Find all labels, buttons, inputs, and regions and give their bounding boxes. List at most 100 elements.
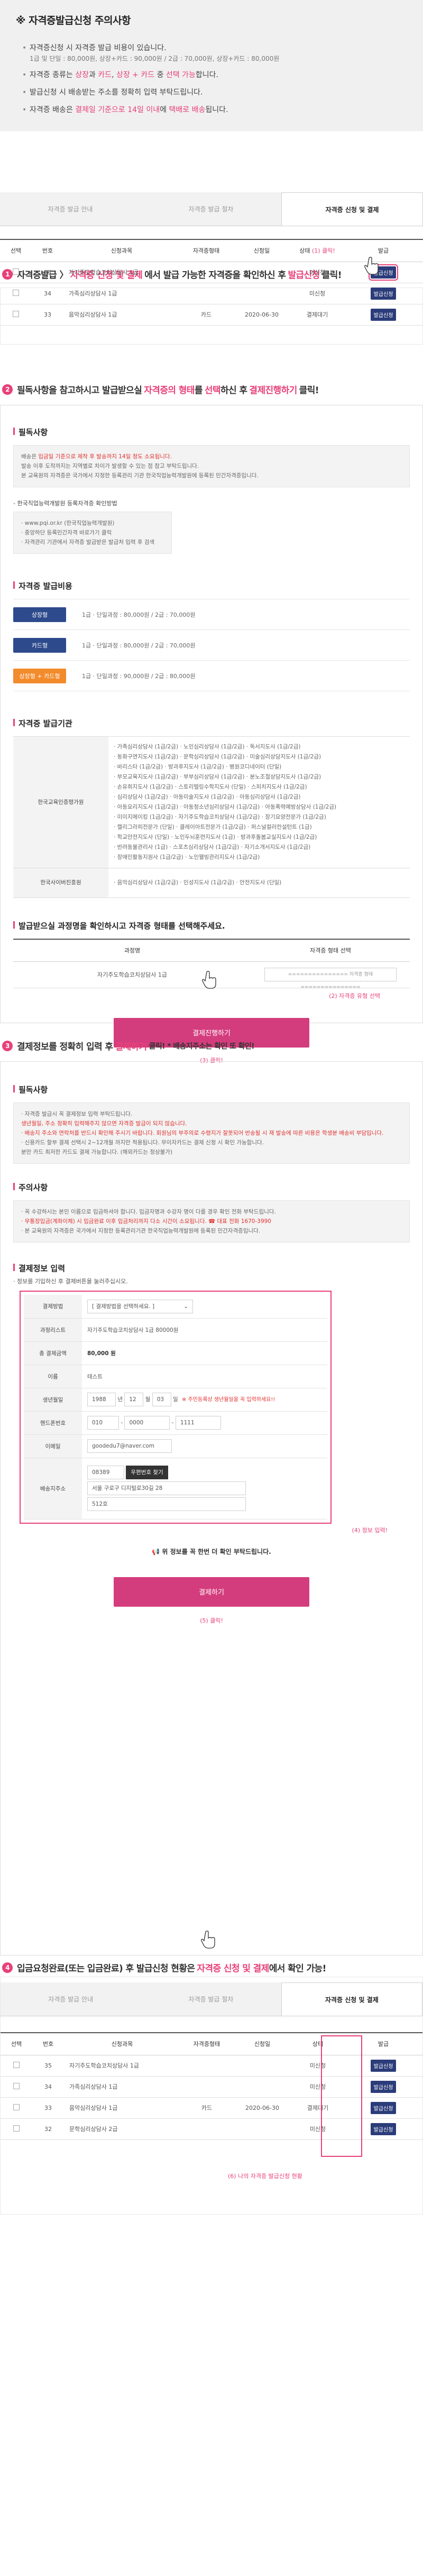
tab-apply-pay[interactable]: 자격증 신청 및 결제 (281, 192, 423, 226)
col-number: 번호 (32, 239, 63, 262)
birth-note: ※ 주민등록상 생년월일을 꼭 입력하세요!! (182, 1397, 275, 1403)
birth-day-select[interactable]: 03 (152, 1393, 171, 1406)
tab-guide[interactable]: 자격증 발급 안내 (1, 1982, 141, 2016)
must-read-line: · 배송지 주소와 연락처를 반드시 확인해 주시기 바랍니다. 회원님의 부주… (21, 1130, 384, 1136)
annotation-click: (5) 클릭! (200, 1617, 223, 1624)
phone-last-input[interactable]: 1111 (175, 1416, 221, 1430)
title-part: 입금요청완료(또는 입금완료) 후 발급신청 현황은 (17, 1963, 195, 1974)
step4-board: 자격증 발급 안내 자격증 발급 절차 자격증 신청 및 결제 선택 번호 신청… (0, 1977, 423, 2214)
issue-button[interactable]: 발급신청 (370, 287, 397, 300)
row-checkbox[interactable] (13, 310, 19, 317)
col-status: 상태 (1) 클릭! (291, 239, 344, 262)
row-number: 34 (32, 2076, 64, 2098)
zip-input[interactable]: 08389 (87, 1466, 124, 1479)
zip-search-button[interactable]: 우편번호 찾기 (126, 1466, 168, 1479)
amount-value: 80,000 원 (82, 1341, 327, 1365)
fee-row: 상장형 1급 · 단일과정 : 80,000원 / 2급 : 70,000원 (13, 599, 410, 630)
tab-procedure[interactable]: 자격증 발급 절차 (141, 192, 281, 226)
pointer-hand-icon (202, 970, 216, 989)
title-highlight: 자격증 신청 및 결제 (197, 1963, 269, 1974)
row-checkbox[interactable] (13, 268, 19, 275)
fee-row: 카드형 1급 · 단일과정 : 80,000원 / 2급 : 70,000원 (13, 630, 410, 661)
step-number: 3 (2, 1040, 13, 1051)
col-date: 신청일 (233, 239, 291, 262)
fee-badge: 상장형 (13, 607, 66, 622)
institution-courses: · 음악심리상담사 (1급/2급) · 인성지도사 (1급/2급) · 안전지도… (108, 868, 410, 898)
tab-guide[interactable]: 자격증 발급 안내 (0, 192, 141, 226)
cert-type-select[interactable]: =============== 자격증 형태 =============== (264, 968, 397, 990)
pay-button[interactable]: 결제하기 (114, 1577, 309, 1607)
row-checkbox[interactable] (13, 289, 19, 296)
row-status: 미신청 (291, 262, 344, 283)
email-input[interactable]: goodedu7@naver.com (87, 1439, 172, 1453)
table-row: 35 자기주도학습코치상담사 1급 미신청 발급신청 (0, 262, 423, 283)
issue-button[interactable]: 발급신청 (370, 2123, 397, 2135)
title-part: 필독사항을 참고하시고 발급받으실 (17, 385, 142, 396)
step2-title: 2 필독사항을 참고하시고 발급받으실 자격증의 형태 를 선택 하신 후 결제… (2, 383, 319, 396)
row-status: 미신청 (291, 283, 344, 304)
row-course: 문학심리상담사 2급 (64, 2118, 180, 2140)
tab-procedure[interactable]: 자격증 발급 절차 (141, 1982, 281, 2016)
registry-line: · www.pqi.or.kr (한국직업능력개발원) (21, 520, 115, 526)
issue-button[interactable]: 발급신청 (370, 308, 397, 321)
table-row: 34 가족심리상담사 1급 미신청 발급신청 (0, 283, 423, 304)
step3-title: 3 결제정보를 정확히 입력 후 결제하기 클릭! * 배송지주소는 확인 또 … (2, 1039, 254, 1052)
row-number: 32 (32, 2118, 64, 2140)
pointer-hand-icon (364, 256, 379, 275)
issue-button[interactable]: 발급신청 (370, 2059, 397, 2072)
row-type: 카드 (180, 2097, 233, 2119)
notice-item: 자격증 종류는 상장과 카드, 상장 + 카드 중 선택 가능합니다. (22, 67, 407, 84)
step4-title: 4 입금요청완료(또는 입금완료) 후 발급신청 현황은 자격증 신청 및 결제… (2, 1961, 326, 1974)
row-checkbox[interactable] (13, 2125, 20, 2132)
select-heading: 발급받으실 과정명을 확인하시고 자격증 형태를 선택해주세요. (13, 920, 410, 931)
fee-row: 상장형 + 카드형 1급 · 단일과정 : 90,000원 / 2급 : 80,… (13, 661, 410, 691)
fee-text: 1급 · 단일과정 : 80,000원 / 2급 : 70,000원 (82, 642, 196, 649)
registry-box: · www.pqi.or.kr (한국직업능력개발원) · 중앙하단 등록민간자… (13, 512, 172, 554)
tab-apply-pay[interactable]: 자격증 신청 및 결제 (281, 1982, 422, 2016)
status-highlight-box (321, 2035, 362, 2157)
institution-row: 한국교육인증평가원 · 가족심리상담사 (1급/2급) · 노인심리상담사 (1… (13, 736, 410, 868)
issue-button[interactable]: 발급신청 (370, 2080, 397, 2093)
table-row: 33 음악심리상담사 1급 카드 2020-06-30 결제대기 발급신청 (0, 304, 423, 326)
row-checkbox[interactable] (13, 2104, 20, 2110)
institution-name: 한국교육인증평가원 (13, 736, 108, 868)
institution-row: 한국사이버진흥원 · 음악심리상담사 (1급/2급) · 인성지도사 (1급/2… (13, 868, 410, 898)
birth-year-select[interactable]: 1988 (87, 1393, 116, 1406)
row-date (233, 283, 291, 304)
phone-middle-input[interactable]: 0000 (124, 1416, 170, 1430)
must-read-heading: 필독사항 (13, 1084, 410, 1095)
payment-method-select[interactable]: [ 결제방법을 선택하세요. ] ⌄ (87, 1299, 193, 1313)
row-checkbox[interactable] (13, 2082, 20, 2089)
method-label: 결제방법 (24, 1295, 82, 1319)
issue-button[interactable]: 발급신청 (370, 2101, 397, 2114)
col-course: 신청과목 (63, 239, 180, 262)
pointer-hand-icon (201, 1930, 215, 1949)
title-highlight: 결제하기 (115, 1042, 147, 1052)
payment-form: 결제방법 [ 결제방법을 선택하세요. ] ⌄ 과정리스트 자기주도학습코치상담… (24, 1295, 327, 1519)
caution-box: · 꼭 수강하시는 본인 이름으로 입금하셔야 합니다. 입금자명과 수강자 명… (13, 1200, 410, 1243)
fee-text: 1급 · 단일과정 : 80,000원 / 2급 : 70,000원 (82, 611, 196, 618)
row-type: 카드 (180, 304, 233, 326)
row-number: 34 (32, 283, 63, 304)
row-checkbox[interactable] (13, 2061, 20, 2068)
title-part: 클릭! * 배송지주소는 확인 또 확인! (149, 1042, 255, 1051)
step2-box: 필독사항 배송은 입금일 기준으로 제작 후 발송까지 14일 정도 소요됩니다… (0, 405, 423, 1064)
address-input[interactable]: 서울 구로구 디지털로30길 28 (87, 1481, 246, 1495)
title-highlight: 선택 (204, 385, 221, 396)
application-table: 선택 번호 신청과목 자격증형태 신청일 상태 (1) 클릭! 발급 35 자기… (0, 239, 423, 326)
caution-line: · 본 교육원의 자격증은 국가에서 지정한 등록관리기관 한국직업능력개발원에… (21, 1228, 261, 1234)
caution-heading: 주의사항 (13, 1182, 410, 1193)
must-read-heading: 필독사항 (13, 427, 410, 438)
col-course: 과정명 (13, 939, 251, 962)
form-description: · 정보를 기입하신 후 결제버튼을 눌러주십시오. (13, 1278, 128, 1285)
check-note: 📢 위 정보를 꼭 한번 더 확인 부탁드립니다. (152, 1548, 271, 1555)
step3-box: 필독사항 · 자격증 발급시 꼭 결제정보 입력 부탁드립니다. 생년월일, 주… (0, 1061, 423, 1956)
must-read-box: · 자격증 발급시 꼭 결제정보 입력 부탁드립니다. 생년월일, 주소 정확히… (13, 1102, 410, 1164)
row-date: 2020-06-30 (233, 304, 291, 326)
birth-month-select[interactable]: 12 (124, 1393, 144, 1406)
address-detail-input[interactable]: 512호 (87, 1497, 246, 1511)
col-select: 선택 (0, 239, 32, 262)
title-part: 클릭! (299, 385, 319, 396)
phone-prefix-select[interactable]: 010 (87, 1416, 119, 1430)
title-highlight: 자격증의 형태 (144, 385, 195, 396)
